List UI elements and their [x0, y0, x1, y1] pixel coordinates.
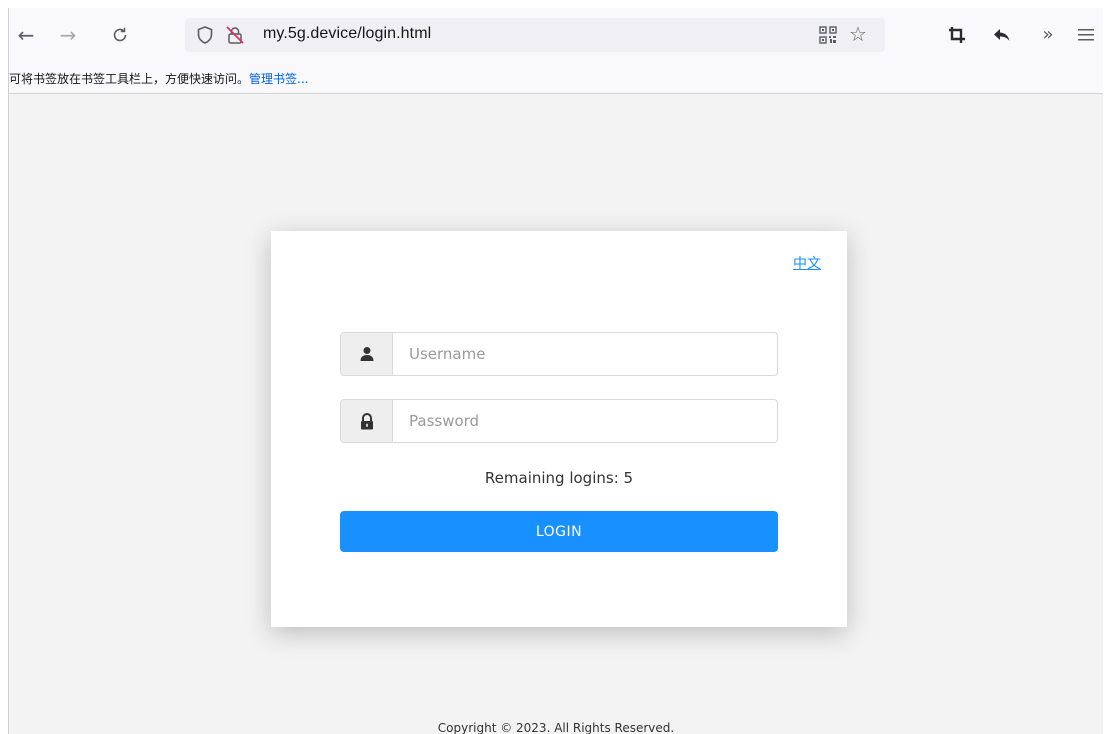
reply-icon[interactable] [989, 22, 1015, 48]
username-input[interactable] [394, 333, 777, 375]
star-icon[interactable]: ☆ [849, 22, 867, 46]
url-text[interactable]: my.5g.device/login.html [263, 25, 431, 43]
bookmarks-bar: 可将书签放在书签工具栏上，方便快速访问。管理书签... [9, 60, 1103, 94]
back-arrow-icon[interactable]: ← [13, 22, 39, 48]
browser-toolbar: ← → my.5g.device/login.html ☆ » [9, 8, 1103, 60]
login-card: 中文 Remaining logins: 5 LOGIN [271, 231, 847, 627]
password-field [340, 399, 778, 443]
page-content: 中文 Remaining logins: 5 LOGIN Copyright ©… [9, 95, 1103, 734]
address-bar[interactable]: my.5g.device/login.html ☆ [185, 18, 885, 52]
crop-icon[interactable] [944, 22, 970, 48]
bookmarks-hint-text: 可将书签放在书签工具栏上，方便快速访问。 [9, 72, 250, 86]
chevrons-right-icon[interactable]: » [1035, 22, 1061, 48]
shield-icon[interactable] [195, 25, 215, 45]
username-field [340, 332, 778, 376]
qr-code-icon[interactable] [819, 26, 837, 44]
remaining-logins-text: Remaining logins: 5 [484, 469, 634, 487]
copyright-footer: Copyright © 2023. All Rights Reserved. [437, 721, 675, 734]
browser-window: ← → my.5g.device/login.html ☆ » 可将书签放在书签… [8, 8, 1103, 734]
bookmarks-hint: 可将书签放在书签工具栏上，方便快速访问。管理书签... [9, 70, 308, 87]
forward-arrow-icon[interactable]: → [55, 22, 81, 48]
language-switch-link[interactable]: 中文 [793, 253, 821, 273]
login-button[interactable]: LOGIN [340, 511, 778, 552]
password-input[interactable] [394, 400, 777, 442]
insecure-lock-icon[interactable] [225, 25, 245, 45]
reload-icon[interactable] [107, 22, 133, 48]
user-icon [341, 333, 393, 375]
padlock-icon [341, 400, 393, 442]
hamburger-menu-icon[interactable] [1073, 22, 1099, 48]
manage-bookmarks-link[interactable]: 管理书签... [249, 72, 308, 86]
